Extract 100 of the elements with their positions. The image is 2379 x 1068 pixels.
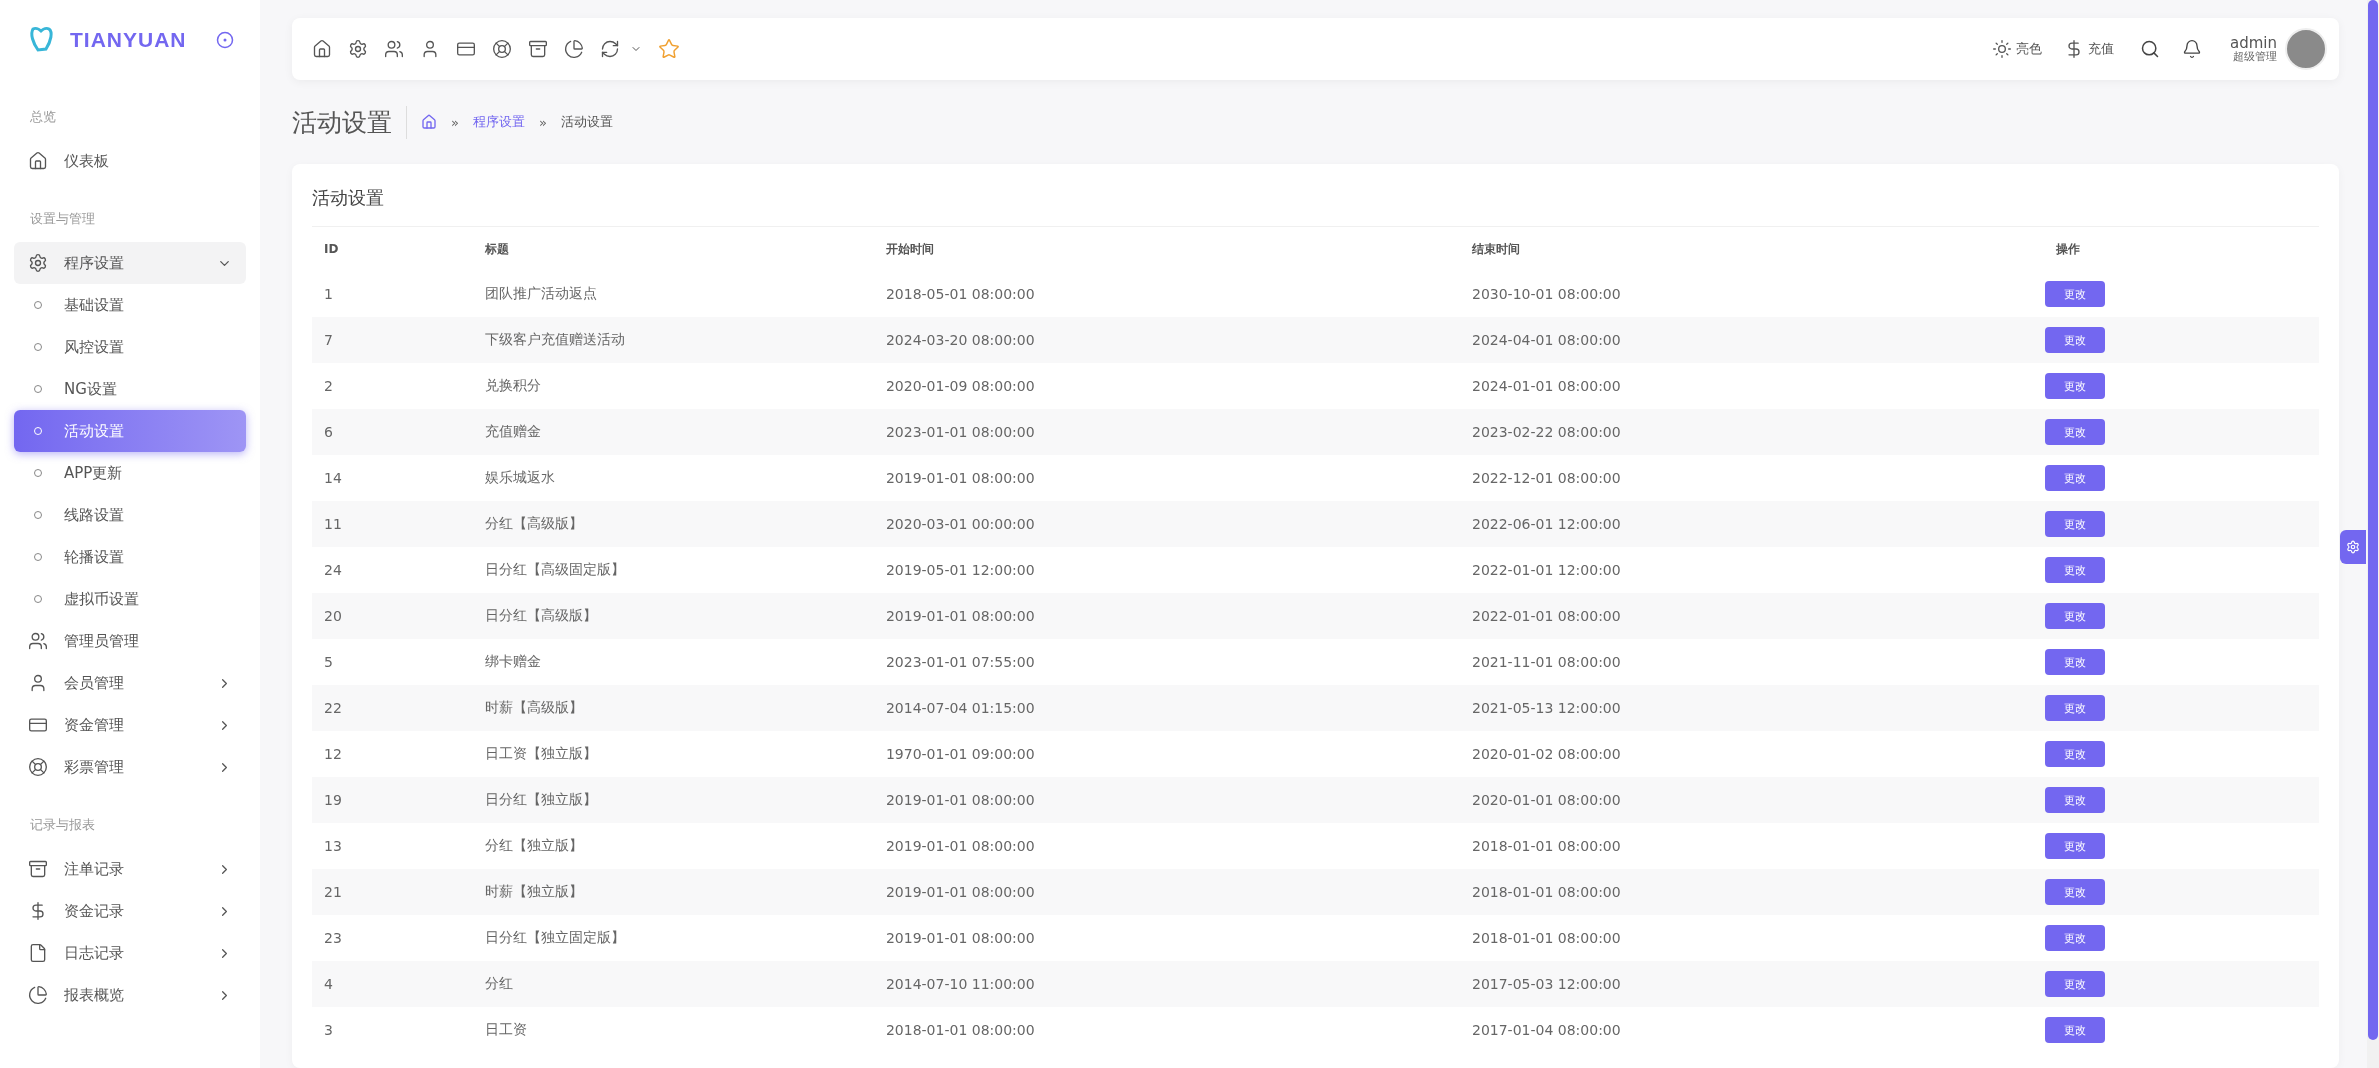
nav-subitem[interactable]: 轮播设置: [14, 536, 246, 578]
nav-item[interactable]: 注单记录: [14, 848, 246, 890]
user-name: admin: [2230, 34, 2277, 52]
recharge-link[interactable]: 充值: [2064, 39, 2114, 59]
table-cell: 2021-05-13 12:00:00: [1459, 685, 2044, 731]
nav-subitem[interactable]: 风控设置: [14, 326, 246, 368]
table-cell: 2018-01-01 08:00:00: [873, 1007, 1460, 1053]
users-icon[interactable]: [384, 39, 404, 59]
settings-tab[interactable]: [2340, 530, 2366, 564]
edit-button[interactable]: 更改: [2045, 419, 2105, 445]
pie-chart-icon[interactable]: [564, 39, 584, 59]
target-icon[interactable]: [216, 31, 234, 49]
lifebuoy-icon[interactable]: [492, 39, 512, 59]
table-cell: 绑卡赠金: [472, 639, 874, 685]
edit-button[interactable]: 更改: [2045, 925, 2105, 951]
pie-chart-icon: [28, 985, 48, 1005]
table-cell: 14: [312, 455, 473, 501]
table-cell: 2019-01-01 08:00:00: [873, 823, 1460, 869]
table-cell: 12: [312, 731, 473, 777]
table-cell: 2014-07-10 11:00:00: [873, 961, 1460, 1007]
nav-subitem[interactable]: NG设置: [14, 368, 246, 410]
table-cell: 2024-04-01 08:00:00: [1459, 317, 2044, 363]
edit-button[interactable]: 更改: [2045, 465, 2105, 491]
table-cell: 2022-01-01 08:00:00: [1459, 593, 2044, 639]
refresh-icon[interactable]: [600, 39, 620, 59]
sun-icon: [1992, 39, 2012, 59]
archive-icon[interactable]: [528, 39, 548, 59]
edit-button[interactable]: 更改: [2045, 327, 2105, 353]
edit-button[interactable]: 更改: [2045, 603, 2105, 629]
user-role: 超级管理: [2233, 51, 2277, 64]
nav-item[interactable]: 日志记录: [14, 932, 246, 974]
edit-button[interactable]: 更改: [2045, 511, 2105, 537]
nav-item[interactable]: 仪表板: [14, 140, 246, 182]
breadcrumb-link[interactable]: 程序设置: [472, 113, 525, 131]
table-cell: 2018-01-01 08:00:00: [1459, 823, 2044, 869]
table-cell: 1: [312, 271, 473, 317]
table-cell: 2021-11-01 08:00:00: [1459, 639, 2044, 685]
edit-button[interactable]: 更改: [2045, 833, 2105, 859]
nav-subitem[interactable]: APP更新: [14, 452, 246, 494]
table-cell: 2019-01-01 08:00:00: [873, 915, 1460, 961]
edit-button[interactable]: 更改: [2045, 741, 2105, 767]
nav-subitem[interactable]: 活动设置: [14, 410, 246, 452]
logo-icon: [28, 26, 54, 54]
nav-item[interactable]: 彩票管理: [14, 746, 246, 788]
nav-subitem[interactable]: 基础设置: [14, 284, 246, 326]
table-cell: 日分红【独立版】: [472, 777, 874, 823]
table-cell: 2020-03-01 00:00:00: [873, 501, 1460, 547]
section-title: 总览: [29, 108, 57, 126]
table-cell: 2022-12-01 08:00:00: [1459, 455, 2044, 501]
section-title: 记录与报表: [29, 816, 96, 834]
avatar[interactable]: [2285, 28, 2327, 70]
table-cell: 2020-01-02 08:00:00: [1459, 731, 2044, 777]
home-icon[interactable]: [421, 114, 437, 130]
nav-item[interactable]: 报表概览: [14, 974, 246, 1016]
nav-subitem[interactable]: 虚拟币设置: [14, 578, 246, 620]
table-cell: 2023-02-22 08:00:00: [1459, 409, 2044, 455]
nav-item[interactable]: 资金管理: [14, 704, 246, 746]
search-icon[interactable]: [2140, 39, 2160, 59]
page-title: 活动设置: [292, 105, 407, 139]
edit-button[interactable]: 更改: [2045, 557, 2105, 583]
nav-item[interactable]: 会员管理: [14, 662, 246, 704]
nav-item[interactable]: 管理员管理: [14, 620, 246, 662]
bell-icon[interactable]: [2182, 39, 2202, 59]
lifebuoy-icon: [28, 757, 48, 777]
nav-subitem[interactable]: 线路设置: [14, 494, 246, 536]
column-header: 标题: [472, 226, 874, 271]
table-cell: 13: [312, 823, 473, 869]
scrollbar-thumb[interactable]: [2368, 0, 2378, 1040]
table-cell: 2014-07-04 01:15:00: [873, 685, 1460, 731]
table-cell: 3: [312, 1007, 473, 1053]
table-cell: 11: [312, 501, 473, 547]
home-icon[interactable]: [312, 39, 332, 59]
table-cell: 分红【独立版】: [472, 823, 874, 869]
settings-icon[interactable]: [348, 39, 368, 59]
table-cell: 日分红【高级版】: [472, 593, 874, 639]
edit-button[interactable]: 更改: [2045, 281, 2105, 307]
edit-button[interactable]: 更改: [2045, 971, 2105, 997]
edit-button[interactable]: 更改: [2045, 879, 2105, 905]
column-header: 结束时间: [1459, 226, 2044, 271]
table-cell: 2020-01-01 08:00:00: [1459, 777, 2044, 823]
table-cell: 2023-01-01 08:00:00: [873, 409, 1460, 455]
nav-item[interactable]: 资金记录: [14, 890, 246, 932]
column-header: ID: [312, 226, 473, 271]
breadcrumb-separator: »: [538, 114, 547, 130]
edit-button[interactable]: 更改: [2045, 787, 2105, 813]
edit-button[interactable]: 更改: [2045, 373, 2105, 399]
edit-button[interactable]: 更改: [2045, 649, 2105, 675]
table-cell: 团队推广活动返点: [472, 271, 874, 317]
nav-item[interactable]: 程序设置: [14, 242, 246, 284]
card-title: 活动设置: [312, 186, 385, 210]
edit-button[interactable]: 更改: [2045, 695, 2105, 721]
theme-toggle[interactable]: 亮色: [1992, 39, 2042, 59]
table-cell: 日工资【独立版】: [472, 731, 874, 777]
home-icon: [28, 151, 48, 171]
table-cell: 兑换积分: [472, 363, 874, 409]
users-icon: [28, 631, 48, 651]
table-cell: 2017-05-03 12:00:00: [1459, 961, 2044, 1007]
star-icon[interactable]: [658, 38, 680, 60]
edit-button[interactable]: 更改: [2045, 1017, 2105, 1043]
table-cell: 日分红【高级固定版】: [472, 547, 874, 593]
